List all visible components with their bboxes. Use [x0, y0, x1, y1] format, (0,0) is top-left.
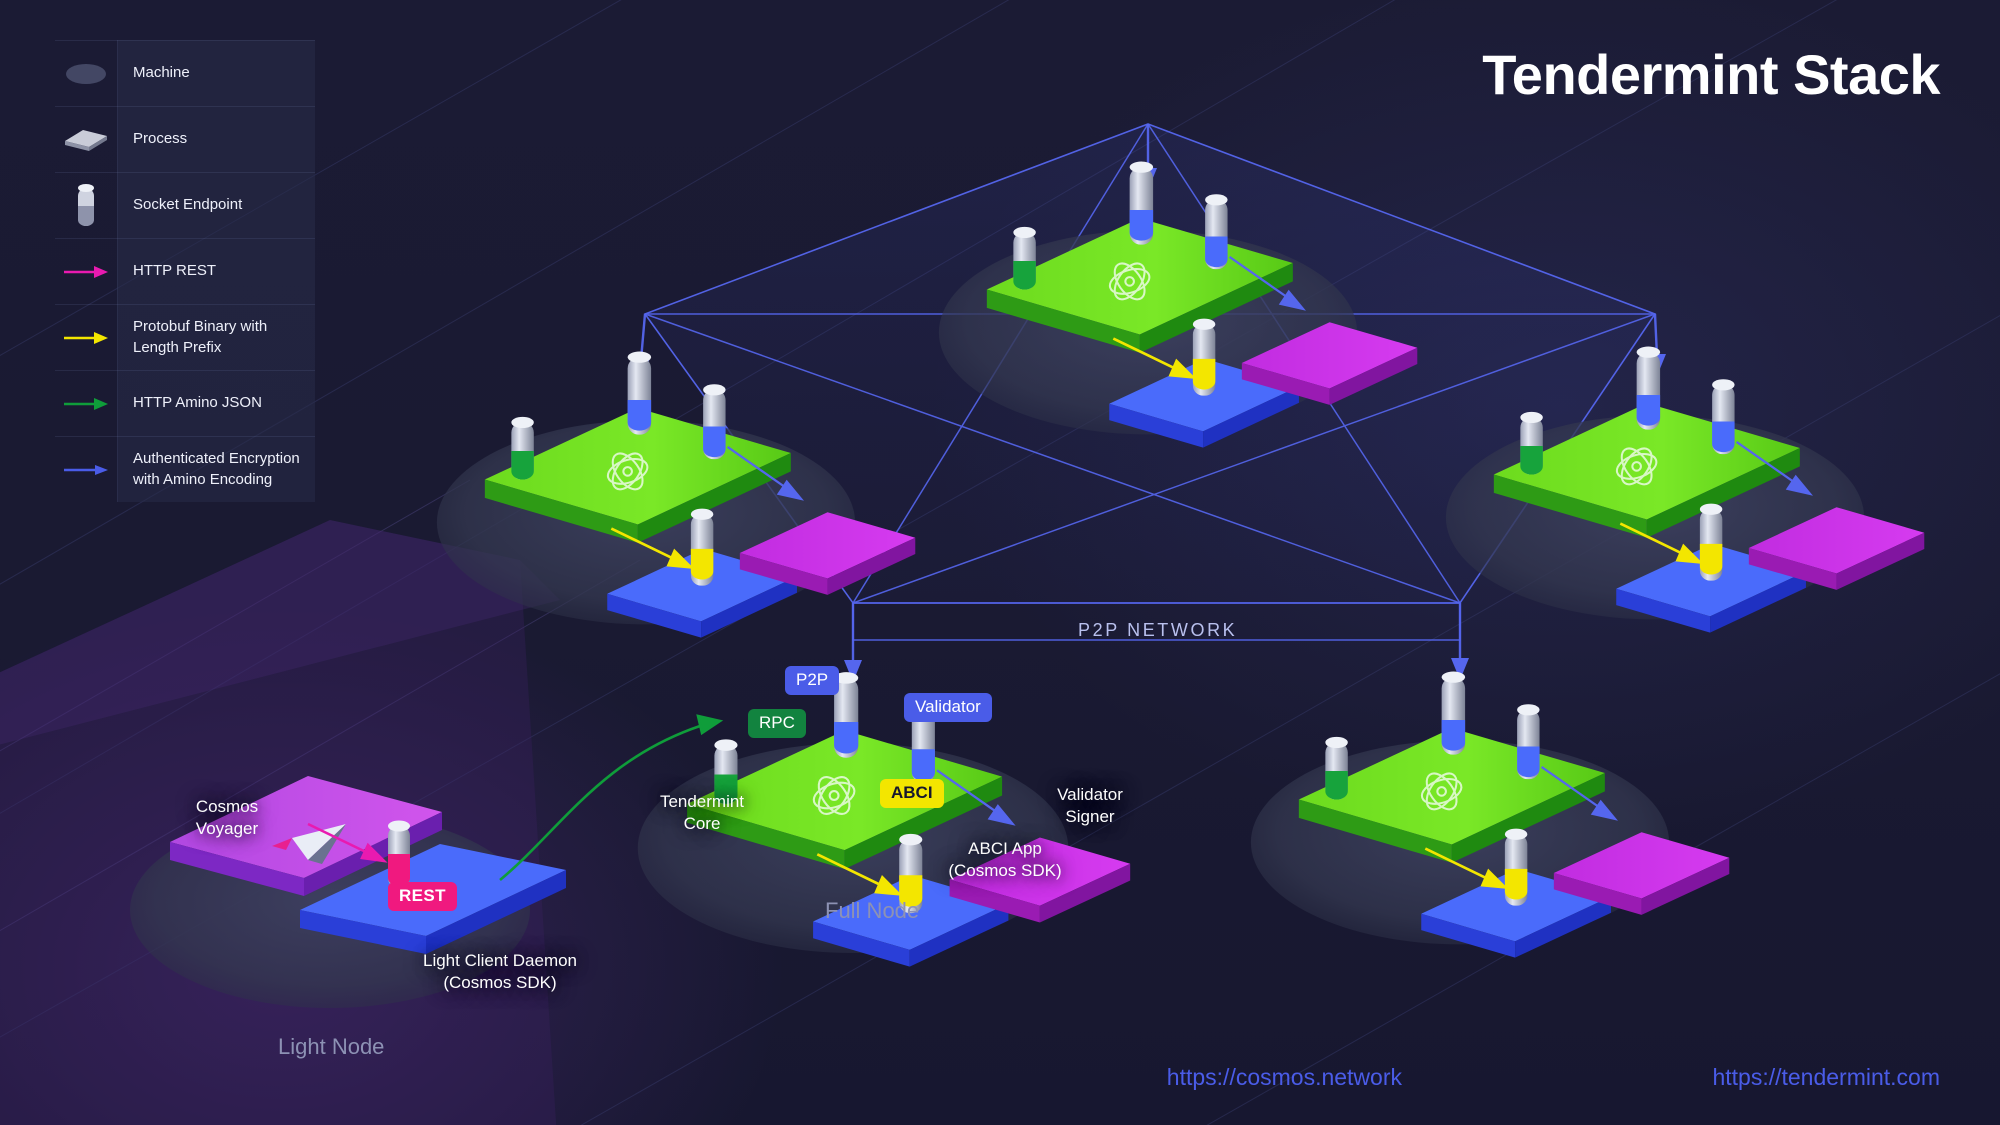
light-client-daemon-line2: (Cosmos SDK)	[443, 973, 557, 993]
legend-item-http-rest: HTTP REST	[55, 238, 315, 304]
legend: Machine Process Socket Endpoint HTTP RES…	[55, 40, 315, 502]
legend-label: Socket Endpoint	[133, 196, 243, 214]
yellow-arrow-icon	[55, 304, 117, 370]
socket-endpoint-cylinder-icon	[55, 172, 117, 238]
full-node-zone-label: Full Node	[825, 898, 920, 923]
p2p-network-label: P2P NETWORK	[1078, 620, 1238, 640]
tendermint-stack-diagram: Tendermint Stack Machine Process Socket …	[0, 0, 2000, 1125]
cosmos-network-link[interactable]: https://cosmos.network	[1167, 1064, 1402, 1091]
green-arrow-icon	[55, 370, 117, 436]
abci-app-line2: (Cosmos SDK)	[948, 861, 1062, 881]
legend-item-socket-endpoint: Socket Endpoint	[55, 172, 315, 238]
light-client-daemon-label: Light Client Daemon (Cosmos SDK)	[400, 950, 600, 995]
legend-label: Protobuf Binary with Length Prefix	[133, 318, 268, 356]
legend-item-protobuf-binary: Protobuf Binary with Length Prefix	[55, 304, 315, 370]
tendermint-com-link[interactable]: https://tendermint.com	[1712, 1064, 1940, 1091]
legend-label: Process	[133, 130, 188, 148]
blue-arrow-icon	[55, 436, 117, 502]
legend-item-machine: Machine	[55, 40, 315, 106]
abci-badge[interactable]: ABCI	[880, 779, 944, 808]
page-title: Tendermint Stack	[1482, 43, 1940, 106]
legend-item-process: Process	[55, 106, 315, 172]
machine-ellipse-icon	[55, 40, 117, 106]
validator-signer-label: Validator Signer	[1030, 784, 1150, 829]
legend-item-authenticated-encryption: Authenticated Encryption with Amino Enco…	[55, 436, 315, 502]
tendermint-core-label: Tendermint Core	[637, 791, 767, 836]
rest-badge[interactable]: REST	[388, 882, 457, 911]
cosmos-voyager-line2: Voyager	[195, 819, 259, 839]
tendermint-core-line1: Tendermint	[659, 792, 745, 811]
validator-signer-line1: Validator	[1057, 785, 1123, 804]
legend-label: HTTP Amino JSON	[133, 394, 262, 412]
light-node-zone-label: Light Node	[278, 1034, 385, 1059]
cosmos-voyager-label: Cosmos Voyager	[172, 796, 282, 841]
process-slab-icon	[55, 106, 117, 172]
tendermint-core-line2: Core	[683, 814, 721, 834]
pink-arrow-icon	[55, 238, 117, 304]
abci-app-line1: ABCI App	[968, 839, 1042, 858]
light-client-daemon-line1: Light Client Daemon	[422, 951, 578, 970]
legend-item-http-amino-json: HTTP Amino JSON	[55, 370, 315, 436]
validator-signer-line2: Signer	[1065, 807, 1115, 827]
rpc-badge[interactable]: RPC	[748, 709, 806, 738]
legend-label: Authenticated Encryption with Amino Enco…	[133, 450, 300, 488]
cosmos-voyager-line1: Cosmos	[195, 797, 259, 816]
p2p-badge[interactable]: P2P	[785, 666, 840, 695]
legend-label: Machine	[133, 64, 190, 82]
legend-label: HTTP REST	[133, 262, 217, 280]
abci-app-label: ABCI App (Cosmos SDK)	[920, 838, 1090, 883]
validator-badge[interactable]: Validator	[904, 693, 992, 722]
